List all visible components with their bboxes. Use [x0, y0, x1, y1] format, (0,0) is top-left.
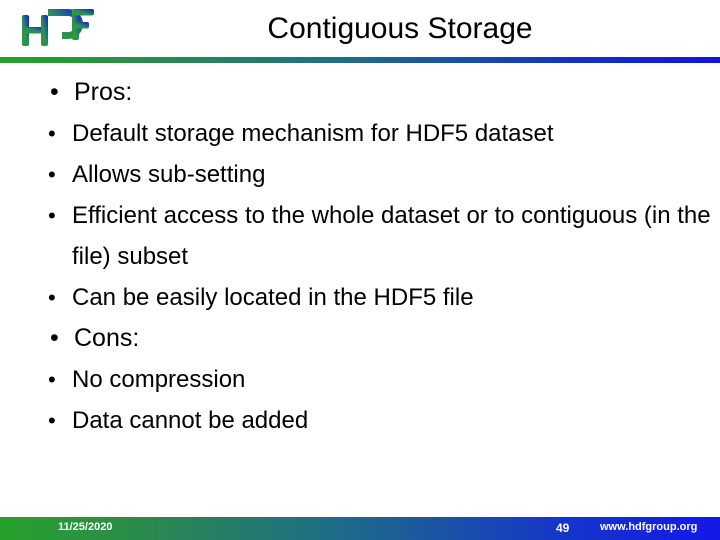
list-item-label: Data cannot be added: [72, 407, 309, 434]
list-item-label: Allows sub-setting: [72, 161, 266, 188]
bullet-icon: •: [48, 285, 56, 310]
list-item: • No compression: [42, 359, 720, 400]
list-item: • Can be easily located in the HDF5 file: [42, 277, 720, 318]
section-label: Pros:: [74, 78, 133, 106]
bullet-icon: •: [48, 121, 56, 146]
footer-date: 11/25/2020: [58, 521, 113, 533]
section-label: Cons:: [74, 324, 140, 352]
sublist-container: • No compression • Data cannot be added: [0, 359, 720, 441]
outline-list: • Pros: • Default storage mechanism for …: [0, 72, 720, 441]
list-item-label: Default storage mechanism for HDF5 datas…: [72, 120, 554, 147]
list-item-label: Can be easily located in the HDF5 file: [72, 284, 474, 311]
sublist-container: • Default storage mechanism for HDF5 dat…: [0, 113, 720, 318]
bullet-icon: •: [48, 203, 56, 228]
list-item: • Cons:: [44, 318, 720, 359]
slide-footer: 11/25/2020 49 www.hdfgroup.org: [0, 517, 720, 540]
hdf-logo-icon: [20, 6, 96, 50]
bullet-icon: •: [48, 367, 56, 392]
list-item: • Pros:: [44, 72, 720, 113]
list-item: • Default storage mechanism for HDF5 dat…: [42, 113, 720, 154]
list-item-label: Efficient access to the whole dataset or…: [72, 202, 711, 270]
sublist: • Default storage mechanism for HDF5 dat…: [0, 113, 720, 318]
footer-url[interactable]: www.hdfgroup.org: [600, 521, 697, 533]
page-number: 49: [556, 521, 570, 535]
bullet-icon: •: [48, 162, 56, 187]
list-item: • Data cannot be added: [42, 400, 720, 441]
bullet-icon: •: [50, 324, 59, 352]
slide-content: • Pros: • Default storage mechanism for …: [0, 72, 720, 502]
bullet-icon: •: [48, 408, 56, 433]
page-title: Contiguous Storage: [267, 12, 533, 45]
header-divider: [0, 57, 720, 63]
bullet-icon: •: [50, 78, 59, 106]
list-item: • Efficient access to the whole dataset …: [42, 195, 720, 277]
sublist: • No compression • Data cannot be added: [0, 359, 720, 441]
slide-header: Contiguous Storage: [0, 0, 720, 63]
list-item-label: No compression: [72, 366, 246, 393]
list-item: • Allows sub-setting: [42, 154, 720, 195]
